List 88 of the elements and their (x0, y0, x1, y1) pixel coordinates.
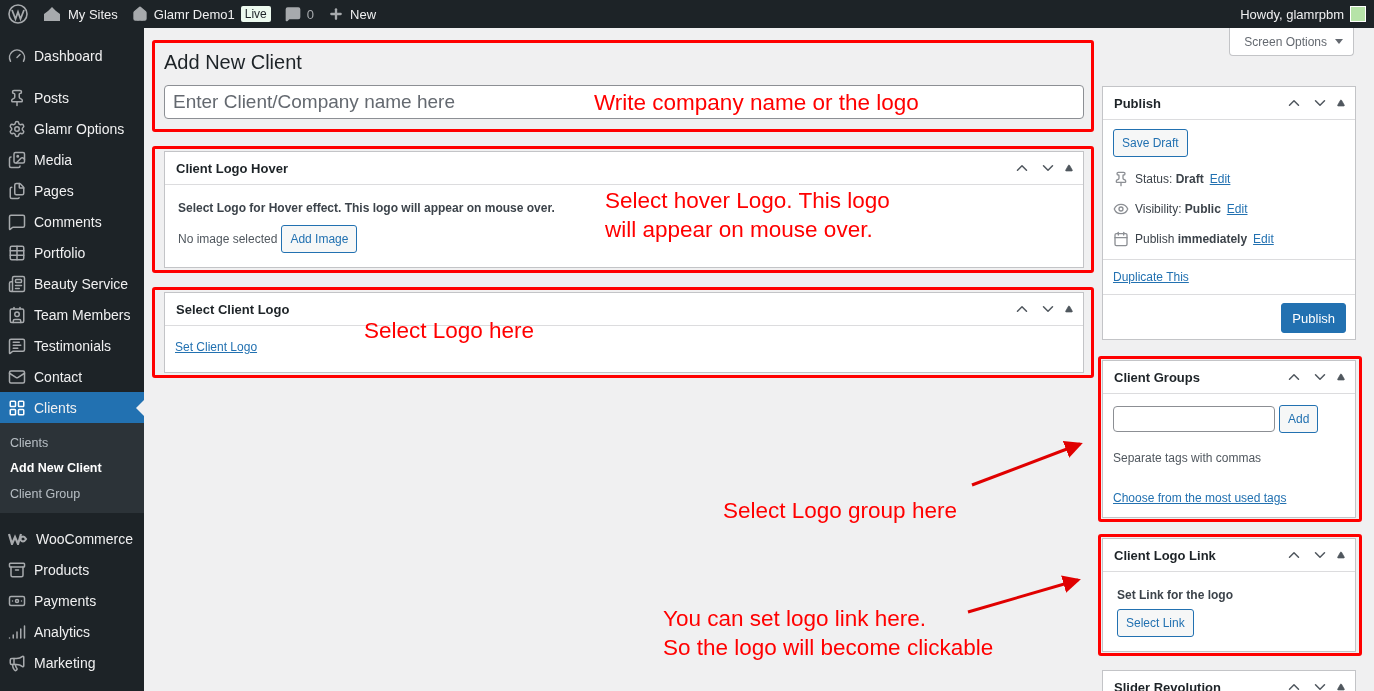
box-title: Slider Revolution (1114, 679, 1222, 691)
menu-item[interactable]: Products (0, 554, 144, 586)
submenu-item[interactable]: Client Group (0, 481, 144, 507)
menu-item[interactable]: Marketing (0, 647, 144, 679)
settings-icon (8, 119, 26, 138)
eye-icon (1113, 201, 1129, 217)
greeting-link[interactable]: Howdy, glamrpbm (1240, 6, 1344, 22)
menu-item[interactable]: Clients (0, 392, 144, 423)
menu-item[interactable]: Media (0, 144, 144, 175)
menu-item[interactable]: Posts (0, 82, 144, 113)
pin-icon (1113, 171, 1129, 187)
menu-item[interactable]: Contact (0, 361, 144, 392)
edit-link[interactable]: Edit (1209, 172, 1231, 186)
table-icon (8, 243, 26, 262)
wordpress-icon[interactable] (8, 4, 28, 24)
collapse-icon[interactable] (1337, 99, 1345, 107)
submenu-item[interactable]: Clients (0, 430, 144, 456)
duplicate-link[interactable]: Duplicate This (1113, 270, 1189, 284)
publish-info: Visibility: Public (1135, 202, 1221, 216)
woo-icon (8, 533, 28, 545)
pin-icon (8, 88, 26, 107)
collapse-icon[interactable] (1337, 373, 1345, 381)
status-text: No image selected (178, 232, 278, 246)
save-draft-button[interactable]: Save Draft (1113, 129, 1188, 157)
page-title: Add New Client (164, 51, 303, 74)
collapse-icon[interactable] (1337, 551, 1345, 559)
box-title: Select Client Logo (176, 301, 291, 317)
menu-item[interactable]: Analytics (0, 616, 144, 648)
id-card-icon (8, 305, 26, 324)
annotation-text: Select Logo here (364, 317, 535, 345)
hint-text: Separate tags with commas (1113, 451, 1262, 465)
newspaper-icon (8, 274, 26, 293)
annotation-text: Write company name or the logo (594, 89, 919, 117)
box-title: Client Logo Hover (176, 160, 289, 176)
box-title: Publish (1114, 95, 1162, 111)
most-used-tags-link[interactable]: Choose from the most used tags (1113, 491, 1287, 505)
box-title: Client Groups (1114, 369, 1201, 385)
box-title: Client Logo Link (1114, 547, 1217, 563)
menu-item[interactable]: Beauty Service (0, 268, 144, 299)
home-icon (131, 6, 148, 22)
comment-icon (8, 212, 26, 231)
menu-item[interactable]: Glamr Options (0, 113, 144, 144)
add-image-button[interactable]: Add Image (281, 225, 358, 253)
comment-icon[interactable] (284, 6, 301, 22)
help-text: Select Logo for Hover effect. This logo will appear on mouse over. (178, 201, 555, 215)
publish-info: Publish immediately (1135, 232, 1248, 246)
annotation-text: Select hover Logo. This logo will appear on mouse over. (605, 187, 890, 244)
menu-item[interactable]: Team Members (0, 299, 144, 330)
publish-info: Status: Draft (1135, 172, 1204, 186)
site-name-link[interactable]: Glamr Demo1 (153, 6, 235, 22)
bar-chart-icon (8, 623, 26, 641)
images-icon (8, 150, 26, 169)
collapse-icon[interactable] (1065, 305, 1073, 313)
dashboard-icon (8, 46, 26, 65)
edit-link[interactable]: Edit (1253, 232, 1274, 246)
menu-item[interactable]: Portfolio (0, 237, 144, 268)
collapse-icon[interactable] (1337, 683, 1345, 691)
publish-button[interactable]: Publish (1281, 303, 1346, 333)
collapse-icon[interactable] (1065, 164, 1073, 172)
comment-count: 0 (306, 6, 314, 22)
help-text: Set Link for the logo (1117, 588, 1233, 602)
submenu-item[interactable]: Add New Client (0, 455, 144, 481)
screen-options-button[interactable]: Screen Options (1229, 28, 1354, 56)
menu-item[interactable]: Dashboard (0, 40, 144, 71)
speech-icon (8, 336, 26, 355)
mail-icon (8, 367, 26, 386)
annotation-text: You can set logo link here. So the logo will become clickable (663, 605, 994, 662)
menu-item[interactable]: Testimonials (0, 330, 144, 361)
set-logo-link[interactable]: Set Client Logo (175, 340, 258, 354)
megaphone-icon (8, 654, 26, 672)
add-tag-button[interactable]: Add (1279, 405, 1319, 433)
edit-link[interactable]: Edit (1226, 202, 1248, 216)
my-sites-link[interactable]: My Sites (42, 6, 118, 22)
annotation-text: Select Logo group here (723, 497, 957, 525)
menu-item[interactable]: Payments (0, 585, 144, 617)
caret-icon (1335, 39, 1343, 44)
menu-item[interactable]: WooCommerce (0, 523, 144, 555)
menu-item[interactable]: Comments (0, 206, 144, 237)
archive-icon (8, 561, 26, 579)
calendar-icon (1113, 231, 1129, 247)
new-link[interactable]: New (328, 6, 377, 22)
select-link-button[interactable]: Select Link (1117, 609, 1194, 637)
pages-icon (8, 181, 26, 200)
live-badge: Live (240, 6, 271, 22)
menu-item[interactable]: Pages (0, 175, 144, 206)
plus-icon (328, 6, 344, 22)
grid-icon (8, 398, 26, 417)
tag-input-field[interactable] (1113, 406, 1275, 432)
